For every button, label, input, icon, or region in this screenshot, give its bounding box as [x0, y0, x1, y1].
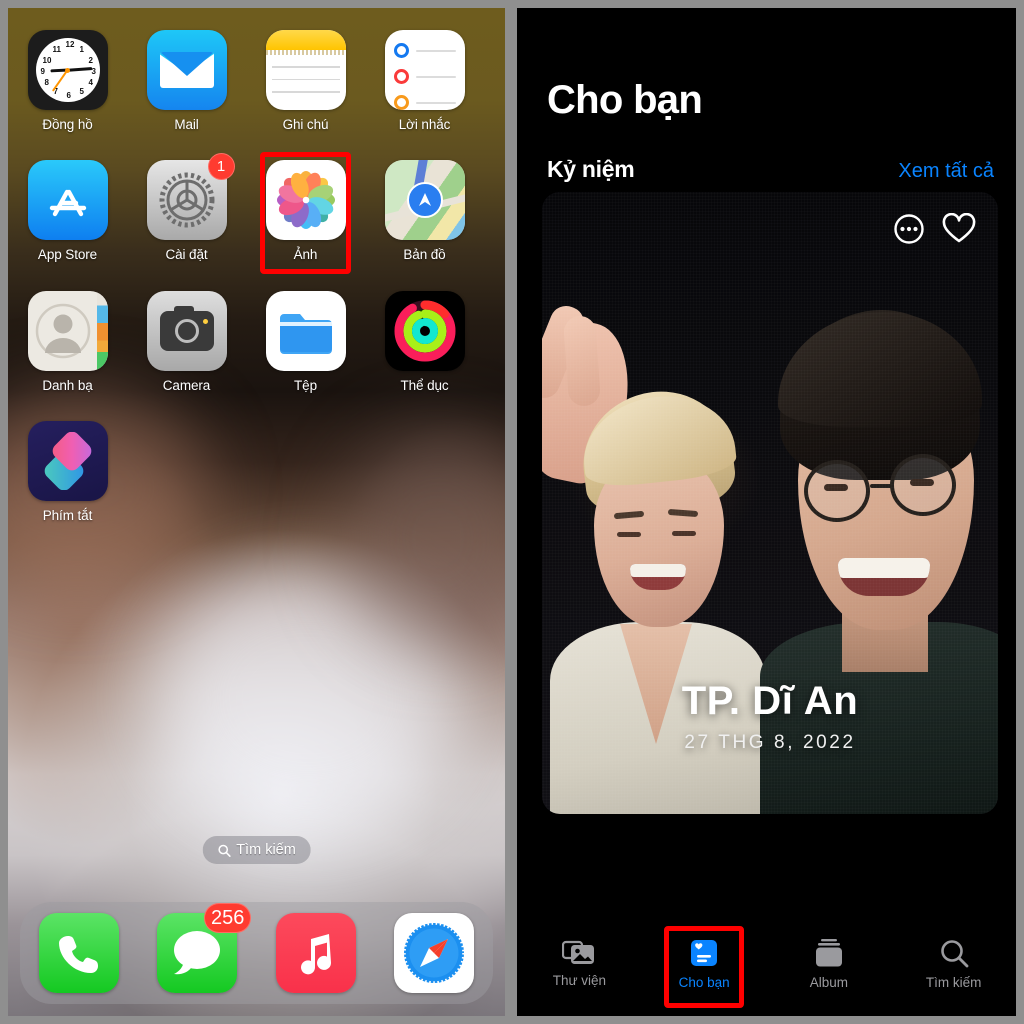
- app-contacts[interactable]: Danh bạ: [8, 291, 127, 393]
- app-grid-row-4: Phím tắt: [8, 421, 505, 523]
- tab-label: Cho bạn: [678, 975, 730, 990]
- search-label: Tìm kiếm: [236, 842, 296, 858]
- music-note-glyph: [300, 934, 331, 975]
- page-title: Cho bạn: [547, 78, 703, 122]
- memory-card-actions: [892, 212, 976, 246]
- app-shortcuts[interactable]: Phím tắt: [8, 421, 127, 523]
- screenshot-root: 12 1 2 3 4 5 6 7 8 9 10 11 Đồng hồ Mail …: [0, 0, 1024, 1024]
- search-icon: [217, 844, 231, 857]
- tab-label: Thư viện: [552, 973, 607, 988]
- app-label: Ảnh: [293, 247, 318, 262]
- app-grid-row-3: Danh bạ Camera Tệp Thể dục: [8, 291, 505, 393]
- app-mail[interactable]: Mail: [127, 30, 246, 132]
- photos-flower-glyph: [276, 170, 335, 230]
- memory-date: 27 THG 8, 2022: [684, 732, 856, 753]
- memories-section-header: Kỷ niệm Xem tất cả: [547, 156, 994, 183]
- contact-person-glyph: [35, 303, 90, 359]
- app-store-icon: [27, 160, 108, 240]
- app-grid-row-2: App Store 1 Cài đặt Ảnh Bản đồ: [8, 152, 505, 274]
- app-fitness[interactable]: Thể dục: [365, 291, 484, 393]
- app-grid-row-1: 12 1 2 3 4 5 6 7 8 9 10 11 Đồng hồ Mail …: [8, 30, 505, 132]
- ellipsis-circle-icon[interactable]: [892, 212, 926, 246]
- photos-tab-bar: Thư viện Cho bạn Album Tìm kiếm: [517, 920, 1016, 1016]
- camera-icon: [146, 291, 227, 371]
- phone-icon[interactable]: [39, 913, 120, 993]
- compass-glyph: [402, 921, 466, 985]
- gear-icon: [159, 172, 214, 228]
- app-label: Đồng hồ: [42, 117, 93, 132]
- speech-bubble-glyph: [174, 931, 221, 975]
- for-you-icon: [691, 940, 718, 966]
- memory-card-caption: TP. Dĩ An 27 THG 8, 2022: [542, 679, 998, 754]
- app-label: Tệp: [294, 378, 317, 393]
- library-icon: [562, 940, 595, 964]
- activity-rings-glyph: [394, 300, 455, 362]
- tab-label: Album: [809, 975, 848, 990]
- see-all-link[interactable]: Xem tất cả: [898, 160, 994, 183]
- dock: 256: [20, 902, 493, 1004]
- mail-icon: [146, 30, 227, 110]
- albums-icon: [815, 939, 842, 967]
- shortcuts-icon: [27, 421, 108, 501]
- app-label: Phím tắt: [42, 508, 93, 523]
- app-label: Ghi chú: [282, 117, 329, 132]
- clock-icon: 12 1 2 3 4 5 6 7 8 9 10 11: [27, 30, 108, 110]
- app-store-glyph: [49, 189, 86, 217]
- panel-divider: [505, 0, 517, 1024]
- app-settings[interactable]: 1 Cài đặt: [127, 153, 246, 262]
- heart-icon[interactable]: [942, 212, 976, 246]
- settings-badge: 1: [207, 153, 235, 180]
- app-label: Lời nhắc: [398, 117, 451, 132]
- app-photos[interactable]: Ảnh: [246, 152, 365, 274]
- photos-icon: [265, 160, 346, 240]
- messages-icon[interactable]: 256: [157, 903, 252, 993]
- tab-label: Tìm kiếm: [925, 975, 982, 990]
- app-label: App Store: [37, 247, 98, 262]
- files-icon: [265, 291, 346, 371]
- app-label: Bản đồ: [403, 247, 446, 262]
- section-title: Kỷ niệm: [547, 156, 635, 182]
- app-files[interactable]: Tệp: [246, 291, 365, 393]
- app-label: Cài đặt: [165, 247, 208, 262]
- music-icon[interactable]: [275, 913, 356, 993]
- app-clock[interactable]: 12 1 2 3 4 5 6 7 8 9 10 11 Đồng hồ: [8, 30, 127, 132]
- app-label: Danh bạ: [42, 378, 93, 393]
- contacts-icon: [27, 291, 108, 371]
- app-label: Mail: [174, 117, 199, 132]
- photos-app-panel: Cho bạn Kỷ niệm Xem tất cả TP. Dĩ An 27 …: [517, 8, 1016, 1016]
- app-camera[interactable]: Camera: [127, 291, 246, 393]
- phone-handset-glyph: [59, 936, 99, 973]
- memory-title: TP. Dĩ An: [681, 679, 859, 723]
- tab-library[interactable]: Thư viện: [517, 938, 642, 988]
- tab-albums[interactable]: Album: [767, 938, 892, 990]
- messages-badge: 256: [204, 903, 252, 933]
- maps-icon: [384, 160, 465, 240]
- safari-icon[interactable]: [393, 913, 474, 993]
- tab-search[interactable]: Tìm kiếm: [891, 938, 1016, 990]
- notes-icon: [265, 30, 346, 110]
- shortcuts-glyph: [44, 432, 91, 490]
- search-icon: [940, 940, 969, 968]
- ios-home-screen-panel: 12 1 2 3 4 5 6 7 8 9 10 11 Đồng hồ Mail …: [8, 8, 505, 1016]
- app-maps[interactable]: Bản đồ: [365, 160, 484, 262]
- app-notes[interactable]: Ghi chú: [246, 30, 365, 132]
- app-label: Camera: [162, 378, 211, 393]
- app-reminders[interactable]: Lời nhắc: [365, 30, 484, 132]
- reminders-icon: [384, 30, 465, 110]
- folder-glyph: [279, 314, 332, 354]
- tab-for-you[interactable]: Cho bạn: [642, 926, 767, 1008]
- memory-card[interactable]: TP. Dĩ An 27 THG 8, 2022: [542, 192, 998, 814]
- app-label: Thể dục: [400, 378, 449, 393]
- fitness-icon: [384, 291, 465, 371]
- app-app-store[interactable]: App Store: [8, 160, 127, 262]
- search-pill[interactable]: Tìm kiếm: [202, 836, 311, 864]
